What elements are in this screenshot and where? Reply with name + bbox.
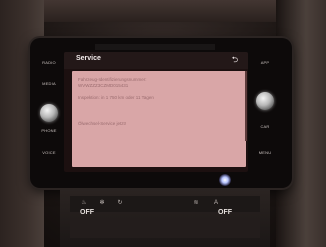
- screen-reflection: [95, 44, 215, 50]
- tune-knob[interactable]: [256, 92, 274, 110]
- left-hardware-panel: RADIO MEDIA PHONE VOICE: [37, 50, 61, 172]
- vin-value: WVWZZZ3CZMD015431: [78, 83, 129, 88]
- light-glare: [219, 174, 231, 186]
- seat-heat-icon[interactable]: ♨: [78, 200, 90, 207]
- defrost-icon[interactable]: ≋: [190, 200, 202, 207]
- recirc-icon[interactable]: ↻: [114, 200, 126, 207]
- phone-button[interactable]: PHONE: [37, 128, 61, 133]
- menu-button[interactable]: MENU: [253, 150, 277, 155]
- volume-knob[interactable]: [40, 104, 58, 122]
- infotainment-screen: Service ⮌ Fahrzeug-Identifizierungsnumme…: [64, 52, 248, 172]
- service-message-panel: Fahrzeug-Identifizierungsnummer: WVWZZZ3…: [72, 71, 246, 167]
- auto-icon[interactable]: A: [210, 200, 222, 207]
- car-button[interactable]: CAR: [253, 124, 277, 129]
- radio-button[interactable]: RADIO: [37, 60, 61, 65]
- media-button[interactable]: MEDIA: [37, 81, 61, 86]
- inspection-due: Inspektion: in 1 750 km oder 11 Tagen: [78, 95, 154, 100]
- screen-title: Service: [76, 55, 101, 62]
- oil-change-due: Ölwechsel-Service jetzt!: [78, 121, 127, 126]
- back-arrow-icon[interactable]: ⮌: [230, 55, 240, 65]
- left-climate-off[interactable]: OFF: [80, 209, 94, 216]
- right-climate-off[interactable]: OFF: [218, 209, 232, 216]
- vin-label: Fahrzeug-Identifizierungsnummer:: [78, 77, 147, 82]
- scrollbar[interactable]: [245, 71, 247, 141]
- screen-header: Service ⮌: [64, 52, 248, 69]
- fan-icon[interactable]: ✻: [96, 200, 108, 207]
- right-hardware-panel: APP CAR MENU: [253, 50, 277, 172]
- voice-button[interactable]: VOICE: [37, 150, 61, 155]
- car-dashboard-photo: RADIO MEDIA PHONE VOICE APP CAR MENU Ser…: [0, 0, 326, 247]
- app-button[interactable]: APP: [253, 60, 277, 65]
- climate-bottom-row: [70, 218, 260, 238]
- climate-control-panel: ♨ ✻ ↻ ≋ A OFF OFF: [60, 188, 270, 247]
